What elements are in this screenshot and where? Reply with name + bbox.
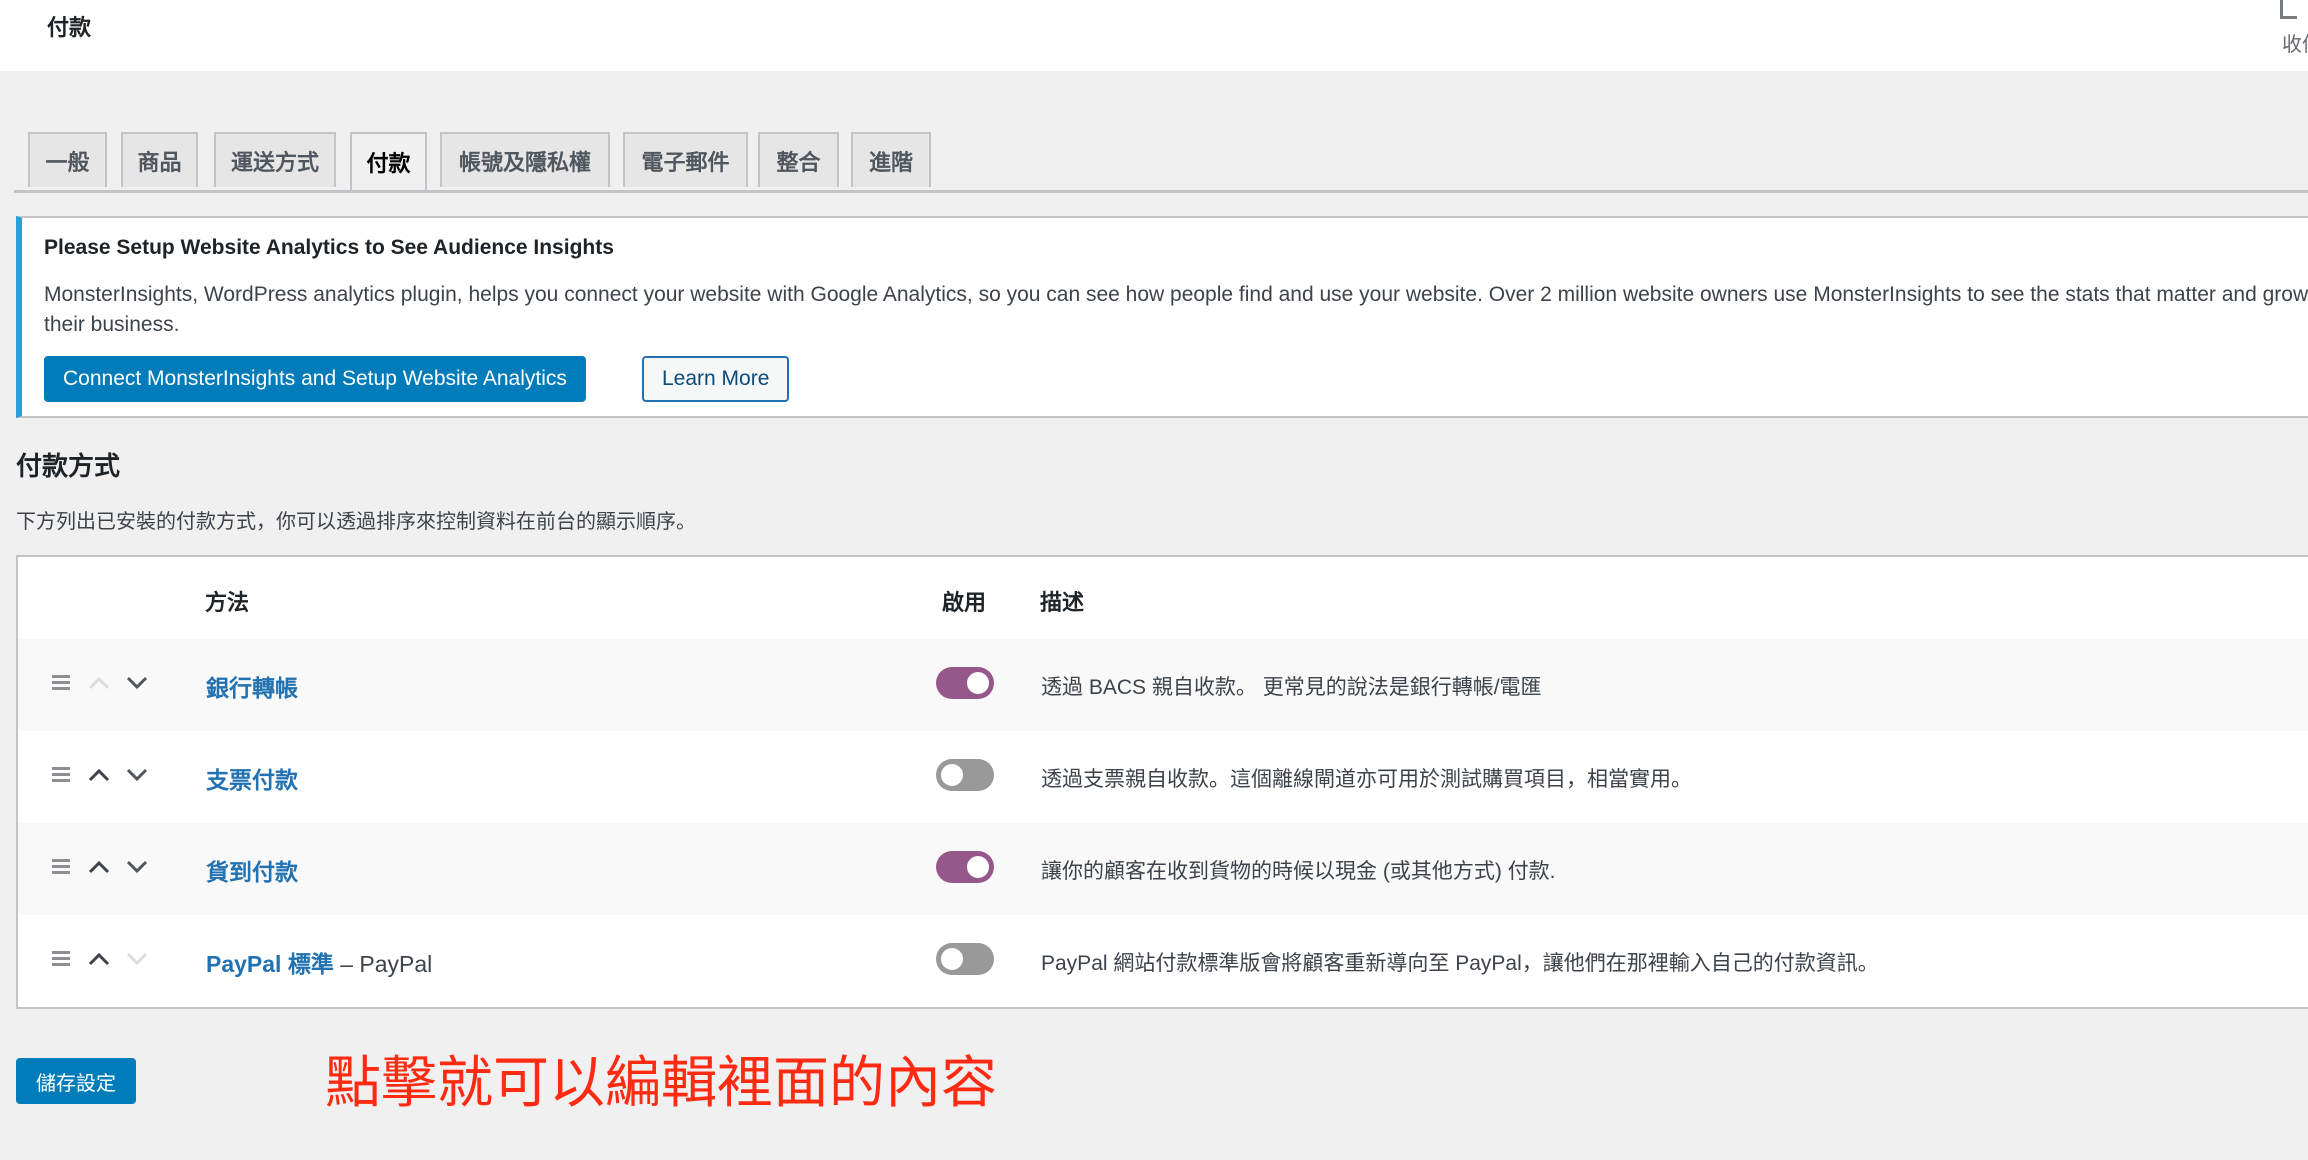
tab-payments[interactable]: 付款 — [350, 132, 427, 190]
learn-more-button[interactable]: Learn More — [642, 356, 790, 402]
tab-integration[interactable]: 整合 — [758, 132, 839, 187]
notice-title: Please Setup Website Analytics to See Au… — [44, 236, 614, 259]
top-header: 付款 收件匣 — [0, 0, 2308, 71]
inbox-icon — [2280, 0, 2297, 19]
method-name-link[interactable]: 銀行轉帳 — [206, 669, 298, 703]
tab-products[interactable]: 商品 — [121, 132, 198, 187]
method-name-link[interactable]: PayPal 標準 – PayPal — [206, 945, 432, 979]
analytics-notice: Please Setup Website Analytics to See Au… — [16, 216, 2308, 418]
sort-controls — [52, 857, 162, 881]
section-title: 付款方式 — [16, 451, 121, 481]
section-description: 下方列出已安裝的付款方式，你可以透過排序來控制資料在前台的顯示順序。 — [16, 511, 696, 533]
payment-methods-table: 方法 啟用 描述 銀行轉帳 透過 BACS 親自收款。 更常見的說法是銀行轉帳/… — [16, 555, 2308, 1009]
sort-controls — [52, 949, 162, 973]
method-description: 透過支票親自收款。這個離線閘道亦可用於測試購買項目，相當實用。 — [1041, 768, 1692, 791]
column-method: 方法 — [205, 590, 250, 615]
method-description: 讓你的顧客在收到貨物的時候以現金 (或其他方式) 付款. — [1041, 860, 1556, 883]
toggle-knob — [967, 672, 989, 694]
page-title: 付款 — [47, 15, 92, 40]
enabled-toggle[interactable] — [936, 759, 994, 791]
toggle-knob — [941, 764, 963, 786]
method-name-link[interactable]: 支票付款 — [206, 761, 298, 795]
save-settings-button[interactable]: 儲存設定 — [16, 1058, 136, 1104]
toggle-knob — [941, 948, 963, 970]
move-up-icon[interactable] — [88, 673, 110, 693]
notice-text: MonsterInsights, WordPress analytics plu… — [44, 283, 2308, 336]
table-row: 貨到付款 讓你的顧客在收到貨物的時候以現金 (或其他方式) 付款. — [18, 823, 2308, 915]
tab-accounts-privacy[interactable]: 帳號及隱私權 — [440, 132, 610, 187]
inbox-button[interactable]: 收件匣 — [2268, 0, 2308, 60]
method-name: 銀行轉帳 — [206, 675, 298, 701]
sort-controls — [52, 673, 162, 697]
move-down-icon[interactable] — [126, 857, 148, 877]
column-description: 描述 — [1040, 590, 1085, 615]
sort-controls — [52, 765, 162, 789]
drag-handle-icon[interactable] — [52, 859, 70, 875]
move-up-icon[interactable] — [88, 857, 110, 877]
method-name: 支票付款 — [206, 767, 298, 793]
move-down-icon[interactable] — [126, 949, 148, 969]
enabled-toggle[interactable] — [936, 943, 994, 975]
enabled-toggle[interactable] — [936, 667, 994, 699]
connect-monsterinsights-button[interactable]: Connect MonsterInsights and Setup Websit… — [44, 356, 586, 402]
method-name: PayPal 標準 — [206, 951, 334, 977]
tab-shipping[interactable]: 運送方式 — [214, 132, 336, 187]
method-description: 透過 BACS 親自收款。 更常見的說法是銀行轉帳/電匯 — [1041, 676, 1542, 699]
annotation-text: 點擊就可以編輯裡面的內容 — [325, 1051, 997, 1114]
method-name: 貨到付款 — [206, 859, 298, 885]
tab-general[interactable]: 一般 — [28, 132, 107, 187]
drag-handle-icon[interactable] — [52, 767, 70, 783]
tab-emails[interactable]: 電子郵件 — [623, 132, 748, 187]
inbox-label: 收件匣 — [2282, 34, 2308, 56]
toggle-knob — [967, 856, 989, 878]
drag-handle-icon[interactable] — [52, 675, 70, 691]
table-header: 方法 啟用 描述 — [18, 557, 2308, 641]
method-name-link[interactable]: 貨到付款 — [206, 853, 298, 887]
method-description: PayPal 網站付款標準版會將顧客重新導向至 PayPal，讓他們在那裡輸入自… — [1041, 952, 1879, 975]
move-down-icon[interactable] — [126, 673, 148, 693]
settings-tabs: 一般 商品 運送方式 付款 帳號及隱私權 電子郵件 整合 進階 — [14, 132, 2308, 193]
move-up-icon[interactable] — [88, 949, 110, 969]
drag-handle-icon[interactable] — [52, 951, 70, 967]
move-up-icon[interactable] — [88, 765, 110, 785]
table-row: 銀行轉帳 透過 BACS 親自收款。 更常見的說法是銀行轉帳/電匯 — [18, 639, 2308, 731]
table-row: PayPal 標準 – PayPal PayPal 網站付款標準版會將顧客重新導… — [18, 915, 2308, 1007]
table-row: 支票付款 透過支票親自收款。這個離線閘道亦可用於測試購買項目，相當實用。 — [18, 731, 2308, 823]
tab-advanced[interactable]: 進階 — [851, 132, 931, 187]
column-enabled: 啟用 — [942, 590, 987, 615]
method-suffix: – PayPal — [333, 951, 433, 977]
move-down-icon[interactable] — [126, 765, 148, 785]
enabled-toggle[interactable] — [936, 851, 994, 883]
